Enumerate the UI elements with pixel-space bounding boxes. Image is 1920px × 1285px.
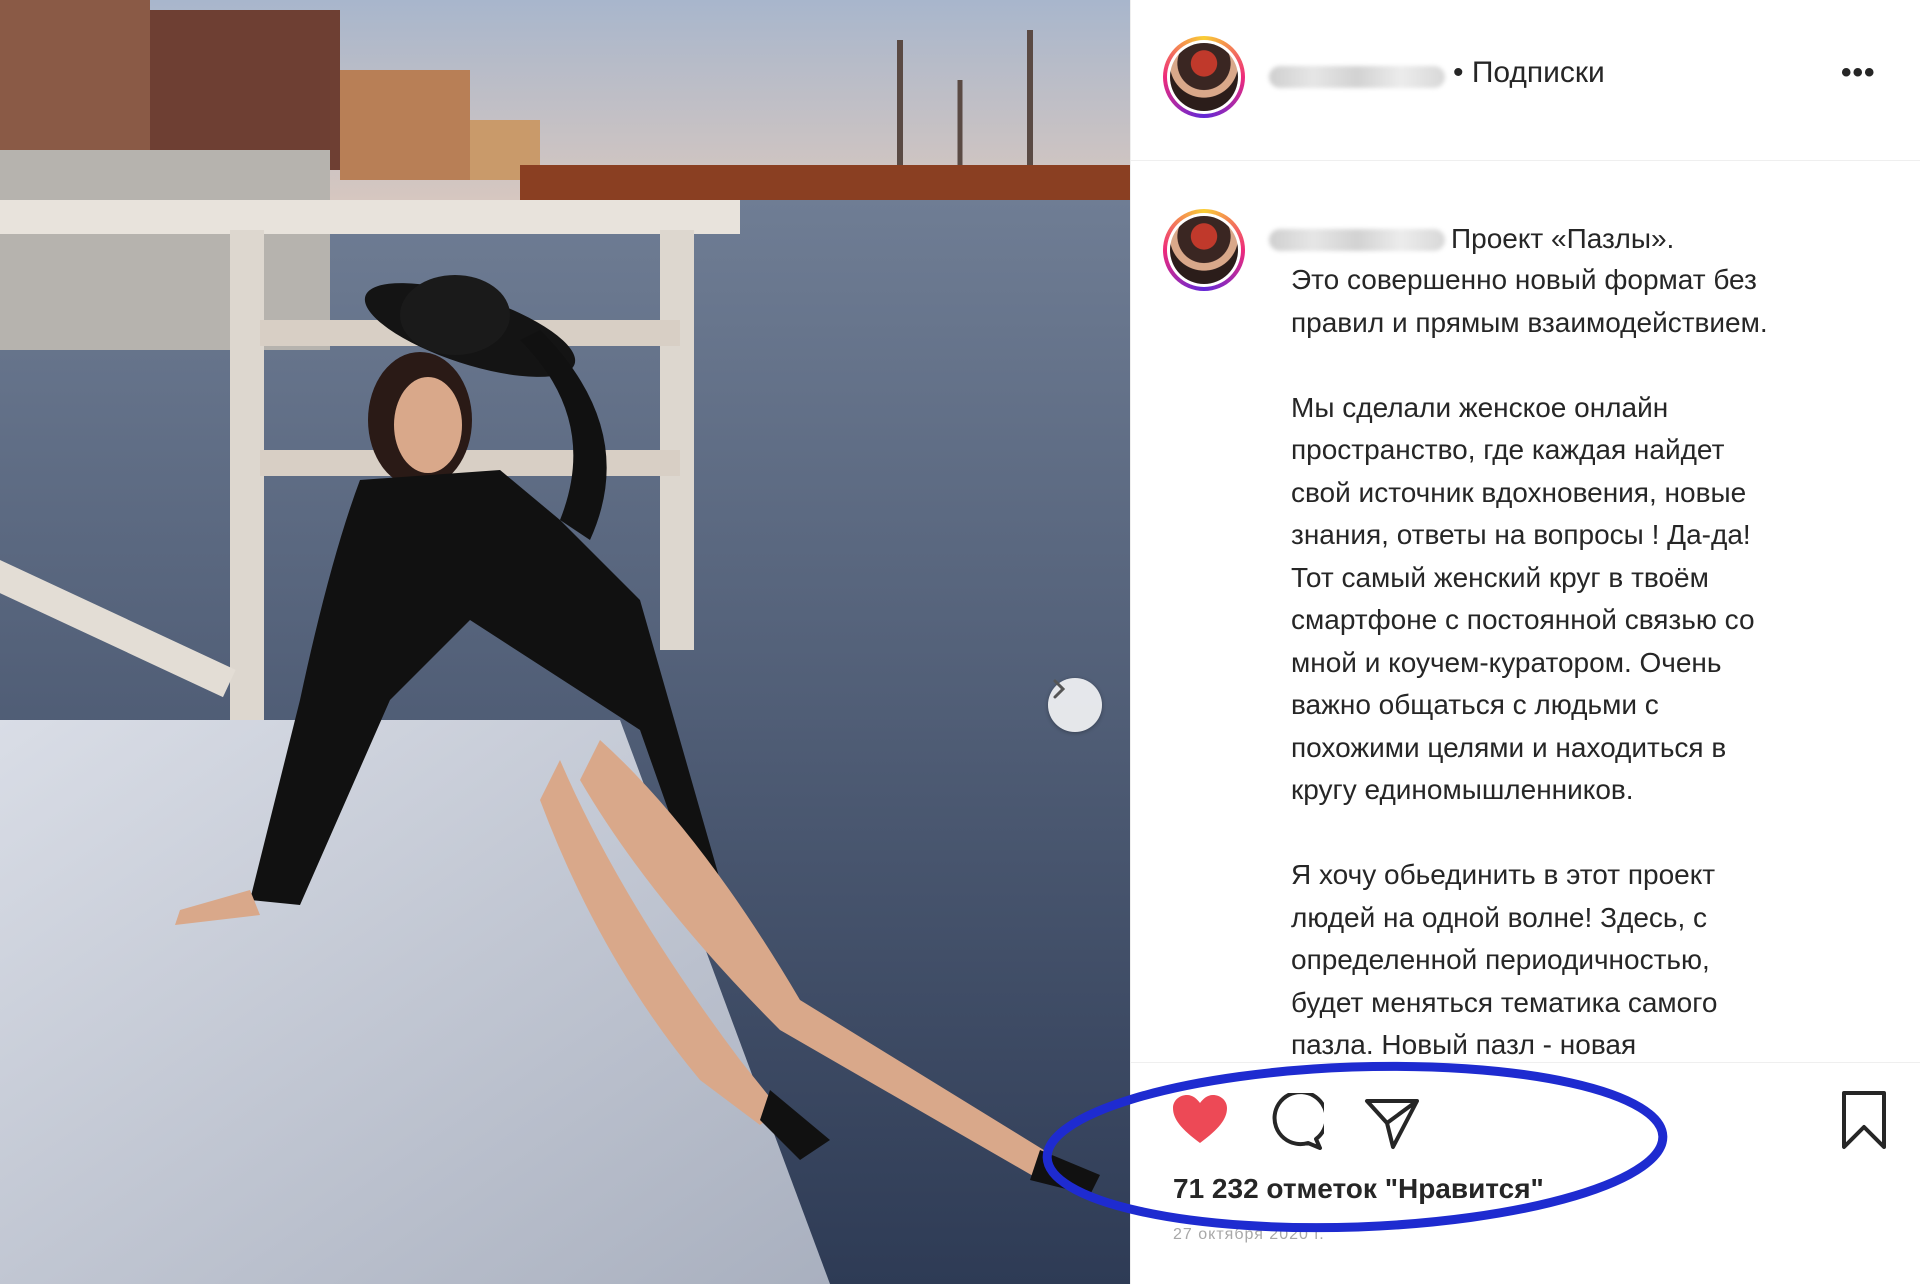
like-button[interactable] [1171,1093,1229,1152]
caption-avatar[interactable] [1163,209,1245,291]
comment-icon [1272,1090,1329,1150]
caption-username-blurred[interactable] [1269,229,1445,251]
heart-icon [1173,1095,1227,1143]
username-blurred[interactable] [1269,66,1445,88]
caption-avatar-image [1170,216,1238,284]
chevron-right-icon [1053,679,1066,699]
follow-status[interactable]: • Подписки [1453,56,1605,90]
post-actions: 71 232 отметок "Нравится" 27 октября 202… [1131,1062,1920,1285]
post-side-panel: • Подписки ••• Проект «Пазлы». Это совер… [1130,0,1920,1284]
photo-illustration [0,0,1130,1284]
bookmark-icon [1842,1091,1886,1149]
post-photo [0,0,1130,1284]
comment-button[interactable] [1266,1090,1329,1156]
share-button[interactable] [1363,1093,1421,1156]
caption-area: Проект «Пазлы». Это совершенно новый фор… [1131,161,1920,1061]
next-photo-button[interactable] [1048,678,1102,732]
post-date: 27 октября 2020 г. [1173,1226,1325,1243]
likes-count[interactable]: 71 232 отметок "Нравится" [1173,1173,1544,1205]
share-icon [1365,1099,1419,1149]
post-header: • Подписки ••• [1131,0,1920,161]
more-options-button[interactable]: ••• [1841,56,1876,90]
avatar-image [1170,43,1238,111]
save-button[interactable] [1839,1089,1889,1156]
caption-title: Проект «Пазлы». [1451,223,1675,254]
avatar[interactable] [1163,36,1245,118]
caption-body: Это совершенно новый формат без правил и… [1291,264,1768,1060]
